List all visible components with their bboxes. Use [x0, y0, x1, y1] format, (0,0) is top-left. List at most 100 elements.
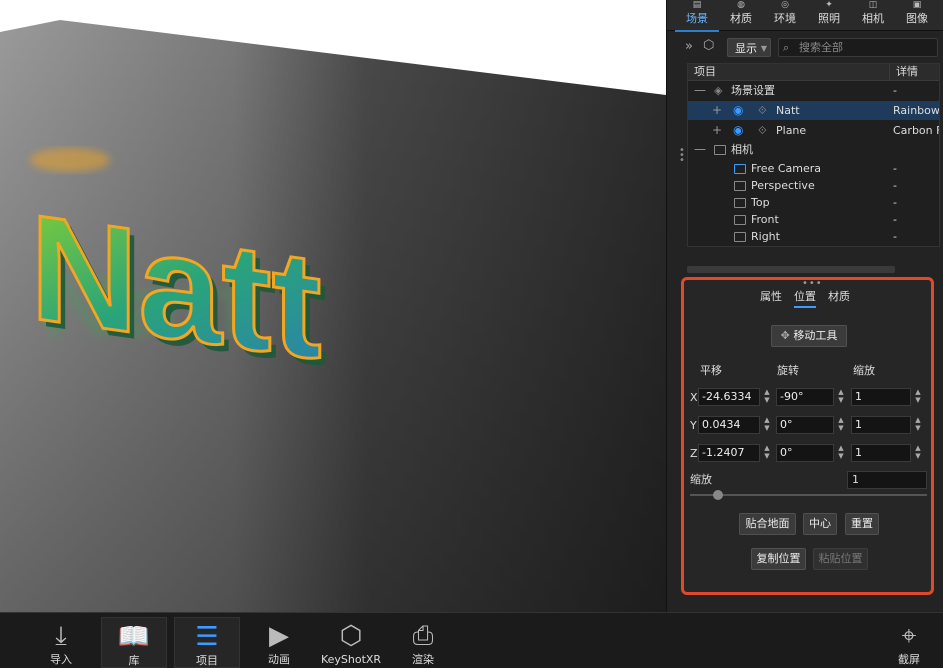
rotate-y-field[interactable]: 0°	[776, 416, 834, 434]
translate-x-stepper[interactable]: ▲ ▼	[761, 388, 773, 406]
scene-icon: ▤	[692, 0, 702, 10]
axis-y-label: Y	[690, 419, 697, 432]
resize-handle[interactable]: • • •	[679, 146, 685, 166]
collapse-icon[interactable]: —	[694, 81, 706, 100]
tree-row-plane[interactable]: + ◉ ⟐ Plane Carbon F	[688, 121, 939, 140]
translate-z-field[interactable]: -1.2407	[698, 444, 760, 462]
library-button[interactable]: 📖 库	[101, 617, 167, 668]
center-button[interactable]: 中心	[803, 513, 837, 535]
expand-icon[interactable]: +	[712, 121, 722, 140]
scale-y-stepper[interactable]: ▲ ▼	[912, 416, 924, 434]
add-object-icon[interactable]: ⬡	[703, 38, 719, 54]
visibility-eye-icon[interactable]: ◉	[733, 121, 743, 140]
move-tool-label: 移动工具	[793, 329, 838, 342]
camera-icon	[734, 181, 746, 191]
visibility-eye-icon[interactable]: ◉	[733, 101, 743, 120]
import-button[interactable]: ⤓ 导入	[28, 617, 94, 668]
panel-tabs: ▤ 场景 ◍ 材质 ◎ 环境 ✦ 照明 ◫ 相机 ▣ 图像	[667, 0, 943, 32]
image-icon: ▣	[912, 0, 922, 10]
tree-row-detail: Rainbow	[893, 104, 940, 117]
translate-x-field[interactable]: -24.6334	[698, 388, 760, 406]
tab-lighting[interactable]: ✦ 照明	[807, 0, 851, 30]
tab-environment[interactable]: ◎ 环境	[763, 0, 807, 30]
tree-row-cameras[interactable]: — 相机	[688, 140, 939, 159]
animation-label: 动画	[268, 653, 290, 666]
display-dropdown[interactable]: 显示 ▼	[727, 38, 771, 57]
uniform-scale-label: 缩放	[690, 473, 712, 486]
search-placeholder: 搜索全部	[799, 41, 843, 54]
tree-horizontal-scrollbar[interactable]	[687, 266, 895, 273]
scale-z-stepper[interactable]: ▲ ▼	[912, 444, 924, 462]
project-icon: ☰	[195, 622, 219, 652]
tab-position[interactable]: 位置	[794, 288, 816, 308]
tab-label: 照明	[818, 12, 840, 25]
scale-x-field[interactable]: 1	[851, 388, 911, 406]
uniform-scale-slider[interactable]	[690, 490, 927, 500]
render-button[interactable]: ⎙ 渲染	[390, 617, 456, 668]
tree-col-detail[interactable]: 详情	[889, 64, 918, 80]
slider-knob[interactable]	[713, 490, 724, 500]
expand-icon[interactable]: +	[712, 101, 722, 120]
move-tool-icon: ✥	[780, 329, 790, 342]
collapse-chevron-icon[interactable]: »	[685, 39, 693, 54]
camera-icon	[734, 164, 746, 174]
tree-row-right[interactable]: Right -	[688, 227, 939, 246]
rotate-y-stepper[interactable]: ▲ ▼	[835, 416, 847, 434]
snap-to-ground-button[interactable]: 贴合地面	[739, 513, 796, 535]
library-label: 库	[128, 654, 140, 667]
model-icon: ⟐	[758, 124, 767, 137]
tree-row-scene-settings[interactable]: — ◈ 场景设置 -	[688, 81, 939, 100]
rotate-x-stepper[interactable]: ▲ ▼	[835, 388, 847, 406]
tree-col-item[interactable]: 项目	[694, 64, 716, 80]
material-icon: ◍	[737, 0, 745, 10]
axis-x-label: X	[690, 391, 698, 404]
keyshotxr-button[interactable]: ⬡ KeyShotXR	[318, 617, 384, 668]
project-label: 项目	[196, 654, 218, 667]
tab-label: 环境	[774, 12, 796, 25]
screenshot-button[interactable]: ⌖ 截屏	[876, 617, 942, 668]
tab-material[interactable]: 材质	[828, 288, 850, 304]
translate-z-stepper[interactable]: ▲ ▼	[761, 444, 773, 462]
render-viewport[interactable]: Natt Natt Natt	[0, 0, 666, 612]
scale-z-field[interactable]: 1	[851, 444, 911, 462]
rotate-header: 旋转	[777, 364, 799, 377]
animation-button[interactable]: ▶ 动画	[246, 617, 312, 668]
tab-camera[interactable]: ◫ 相机	[851, 0, 895, 30]
scale-header: 缩放	[853, 364, 875, 377]
paste-position-button[interactable]: 粘贴位置	[813, 548, 868, 570]
collapse-icon[interactable]: —	[694, 140, 706, 159]
copy-position-button[interactable]: 复制位置	[751, 548, 806, 570]
tree-row-label: 场景设置	[731, 84, 775, 97]
search-input[interactable]: ⌕ 搜索全部	[778, 38, 938, 57]
reset-button[interactable]: 重置	[845, 513, 879, 535]
tab-label: 场景	[686, 12, 708, 25]
bottom-toolbar: ⤓ 导入 📖 库 ☰ 项目 ▶ 动画 ⬡ KeyShotXR ⎙ 渲染 ⌖ 截屏	[0, 612, 943, 668]
scale-y-field[interactable]: 1	[851, 416, 911, 434]
tab-scene[interactable]: ▤ 场景	[675, 0, 719, 32]
tab-image[interactable]: ▣ 图像	[895, 0, 939, 30]
camera-icon	[734, 198, 746, 208]
model-icon: ⟐	[758, 104, 767, 117]
move-tool-button[interactable]: ✥ 移动工具	[771, 325, 847, 347]
translate-y-stepper[interactable]: ▲ ▼	[761, 416, 773, 434]
chevron-down-icon: ▼	[760, 44, 767, 53]
tree-row-label: 相机	[731, 143, 753, 156]
translate-y-field[interactable]: 0.0434	[698, 416, 760, 434]
lighting-icon: ✦	[825, 0, 833, 10]
rotate-x-field[interactable]: -90°	[776, 388, 834, 406]
environment-icon: ◎	[781, 0, 789, 10]
rotate-z-stepper[interactable]: ▲ ▼	[835, 444, 847, 462]
tab-attributes[interactable]: 属性	[760, 288, 782, 304]
screenshot-label: 截屏	[898, 653, 920, 666]
tree-row-label: Natt	[776, 104, 800, 117]
animation-icon: ▶	[269, 621, 289, 651]
tab-material[interactable]: ◍ 材质	[719, 0, 763, 30]
project-button[interactable]: ☰ 项目	[174, 617, 240, 668]
rotate-z-field[interactable]: 0°	[776, 444, 834, 462]
uniform-scale-field[interactable]: 1	[847, 471, 927, 489]
tree-row-natt[interactable]: + ◉ ⟐ Natt Rainbow	[688, 101, 939, 120]
scene-tree: 项目 详情 — ◈ 场景设置 - + ◉ ⟐ Natt Rainbow + ◉ …	[687, 63, 940, 247]
scale-x-stepper[interactable]: ▲ ▼	[912, 388, 924, 406]
screenshot-icon: ⌖	[901, 621, 917, 651]
tree-row-label: Plane	[776, 124, 807, 137]
